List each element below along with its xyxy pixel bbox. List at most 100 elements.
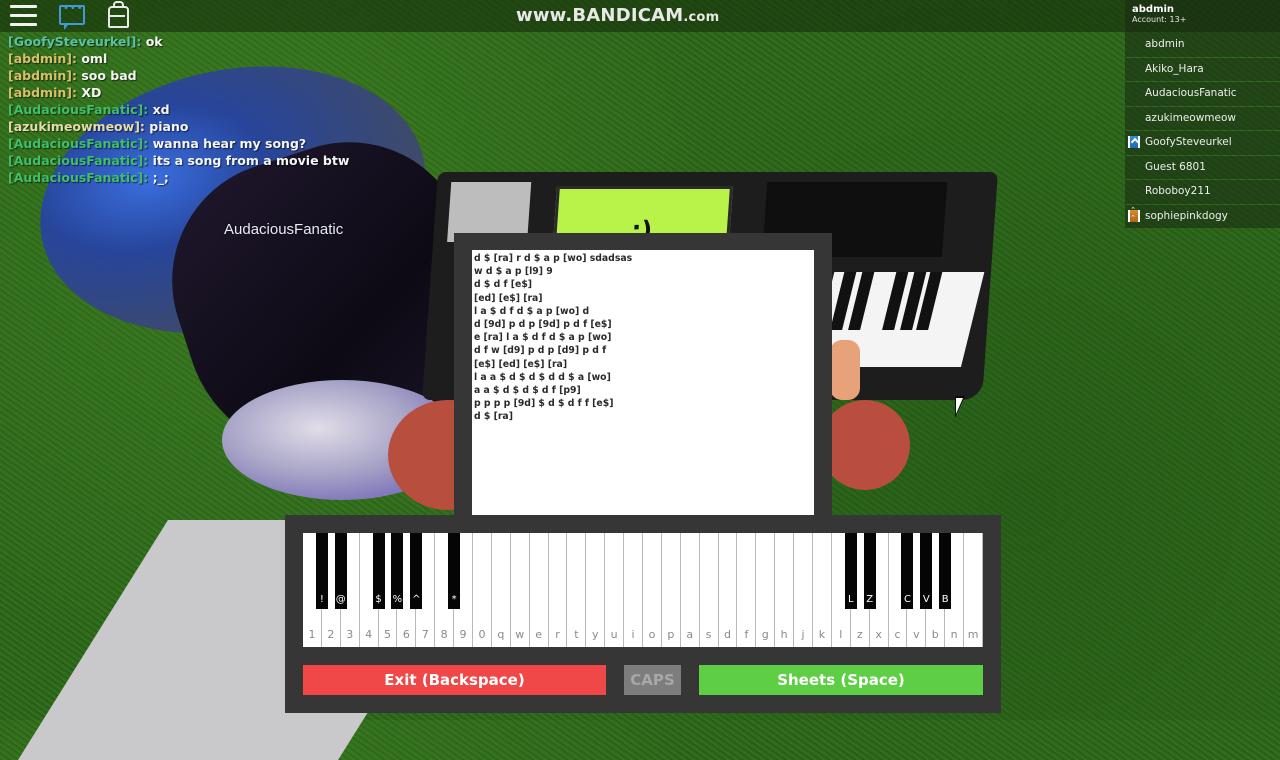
player-name: Roboboy211 xyxy=(1145,185,1211,197)
white-key[interactable]: r xyxy=(548,533,568,647)
key-label: s xyxy=(705,628,712,641)
watermark-suffix: .com xyxy=(683,10,720,25)
chat-speaker[interactable]: [AudaciousFanatic]: xyxy=(8,153,148,168)
player-list-item[interactable]: Roboboy211 xyxy=(1125,180,1280,204)
black-key[interactable]: L xyxy=(844,533,857,609)
key-label: 2 xyxy=(327,628,335,641)
backpack-icon[interactable] xyxy=(108,1,129,28)
key-label: w xyxy=(515,628,525,641)
white-key[interactable]: u xyxy=(605,533,625,647)
menu-icon[interactable] xyxy=(10,5,37,27)
player-list-item[interactable]: sophiepinkdogy xyxy=(1125,204,1280,228)
key-label: n xyxy=(950,628,958,641)
chat-speaker[interactable]: [AudaciousFanatic]: xyxy=(8,136,148,151)
chat-text: soo bad xyxy=(81,68,137,83)
white-key[interactable]: g xyxy=(756,533,776,647)
sheet-line: d $ d f [e$] xyxy=(474,279,533,291)
chat-message: [azukimeowmeow]: piano xyxy=(8,118,349,135)
key-label: m xyxy=(967,628,979,641)
chat-icon[interactable] xyxy=(59,3,85,30)
sheets-button[interactable]: Sheets (Space) xyxy=(699,665,983,695)
player-list-item[interactable]: AudaciousFanatic xyxy=(1125,82,1280,106)
key-label: j xyxy=(801,628,805,641)
black-key[interactable]: Z xyxy=(863,533,876,609)
key-label: v xyxy=(913,628,920,641)
player-list-item[interactable]: Akiko_Hara xyxy=(1125,57,1280,81)
black-key[interactable]: V xyxy=(920,533,933,609)
key-label: 7 xyxy=(421,628,429,641)
key-label: d xyxy=(723,628,731,641)
piano-keyboard: 1 2 3 4 5 6 7 8 9 0 q w e r t y u i o p a s d f g h j k l z x c v b n m! @ $%… xyxy=(303,533,983,647)
white-key[interactable]: w xyxy=(510,533,530,647)
white-key[interactable]: i xyxy=(624,533,643,647)
chat-message: [abdmin]: oml xyxy=(8,50,349,67)
key-label: e xyxy=(535,628,542,641)
key-label: f xyxy=(744,628,749,641)
black-key[interactable]: * xyxy=(448,533,461,609)
player-name: GoofySteveurkel xyxy=(1145,136,1232,148)
chat-speaker[interactable]: [AudaciousFanatic]: xyxy=(8,102,148,117)
player-list-item[interactable]: abdmin xyxy=(1125,33,1280,57)
black-key[interactable]: $ xyxy=(372,533,385,609)
sheet-line: d $ [ra] xyxy=(474,411,513,423)
key-label: 1 xyxy=(308,628,316,641)
watermark-main: www.BANDICAM xyxy=(516,5,684,26)
white-key[interactable]: s xyxy=(699,533,719,647)
chat-text: ;_; xyxy=(152,170,169,185)
mouse-cursor-icon xyxy=(955,396,965,418)
player-name: Akiko_Hara xyxy=(1145,62,1204,75)
white-key[interactable]: m xyxy=(964,533,983,647)
exit-button[interactable]: Exit (Backspace) xyxy=(303,665,606,695)
key-label: u xyxy=(610,628,618,641)
white-key[interactable]: j xyxy=(794,533,813,647)
white-key[interactable]: d xyxy=(718,533,738,647)
black-key[interactable]: ^ xyxy=(410,533,423,609)
white-key[interactable]: p xyxy=(661,533,681,647)
chat-speaker[interactable]: [abdmin]: xyxy=(8,68,77,83)
key-label: 0 xyxy=(478,628,486,641)
player-name: sophiepinkdogy xyxy=(1145,209,1228,222)
white-key[interactable]: t xyxy=(567,533,587,647)
key-label: L xyxy=(847,594,854,605)
player-list-item[interactable]: azukimeowmeow xyxy=(1125,106,1280,130)
sheet-line: d $ [ra] r d $ a p [wo] sdadsas xyxy=(474,253,633,264)
player-name: abdmin xyxy=(1145,38,1185,50)
chat-speaker[interactable]: [abdmin]: xyxy=(8,51,77,66)
black-key[interactable]: @ xyxy=(334,533,347,609)
white-key[interactable]: f xyxy=(737,533,757,647)
chat-text: its a song from a movie btw xyxy=(152,153,350,168)
chat-speaker[interactable]: [azukimeowmeow]: xyxy=(8,119,145,134)
player-name: Guest 6801 xyxy=(1145,160,1206,173)
white-key[interactable]: a xyxy=(680,533,700,647)
white-key[interactable]: o xyxy=(643,533,662,647)
black-key[interactable]: ! xyxy=(315,533,328,609)
white-key[interactable]: e xyxy=(529,533,549,647)
player-nametag: AudaciousFanatic xyxy=(224,221,344,238)
black-key[interactable]: C xyxy=(901,533,914,609)
black-key[interactable]: % xyxy=(391,533,404,609)
player-list-item[interactable]: GoofySteveurkel xyxy=(1125,131,1280,155)
white-key[interactable]: q xyxy=(491,533,511,647)
player-name: AudaciousFanatic xyxy=(1145,87,1237,99)
player-list-header[interactable]: abdmin Account: 13+ xyxy=(1125,0,1280,33)
chat-log: [GoofySteveurkel]: ok [abdmin]: oml [abdmi… xyxy=(8,33,349,186)
sheet-line: e [ra] l a $ d f d $ a p [wo] xyxy=(474,332,612,344)
player-list: abdmin Account: 13+ abdmin Akiko_Hara Auda… xyxy=(1125,0,1280,229)
white-key[interactable]: 0 xyxy=(473,533,492,647)
chat-speaker[interactable]: [abdmin]: xyxy=(8,85,77,100)
key-label: c xyxy=(894,628,901,641)
sheet-line: p p p p [9d] $ d $ d f f [e$] xyxy=(474,398,614,410)
key-label: 3 xyxy=(346,628,354,641)
key-label: t xyxy=(574,628,579,641)
key-label: B xyxy=(941,594,949,605)
caps-toggle[interactable]: CAPS xyxy=(624,665,681,695)
sheet-line: l a $ d f d $ a p [wo] d xyxy=(474,305,590,317)
white-key[interactable]: h xyxy=(775,533,795,647)
chat-speaker[interactable]: [AudaciousFanatic]: xyxy=(8,170,148,185)
player-list-item[interactable]: Guest 6801 xyxy=(1125,155,1280,179)
white-key[interactable]: k xyxy=(813,533,832,647)
white-key[interactable]: y xyxy=(586,533,606,647)
chat-speaker[interactable]: [GoofySteveurkel]: xyxy=(8,34,141,49)
player-name: azukimeowmeow xyxy=(1145,111,1236,124)
black-key[interactable]: B xyxy=(939,533,952,609)
